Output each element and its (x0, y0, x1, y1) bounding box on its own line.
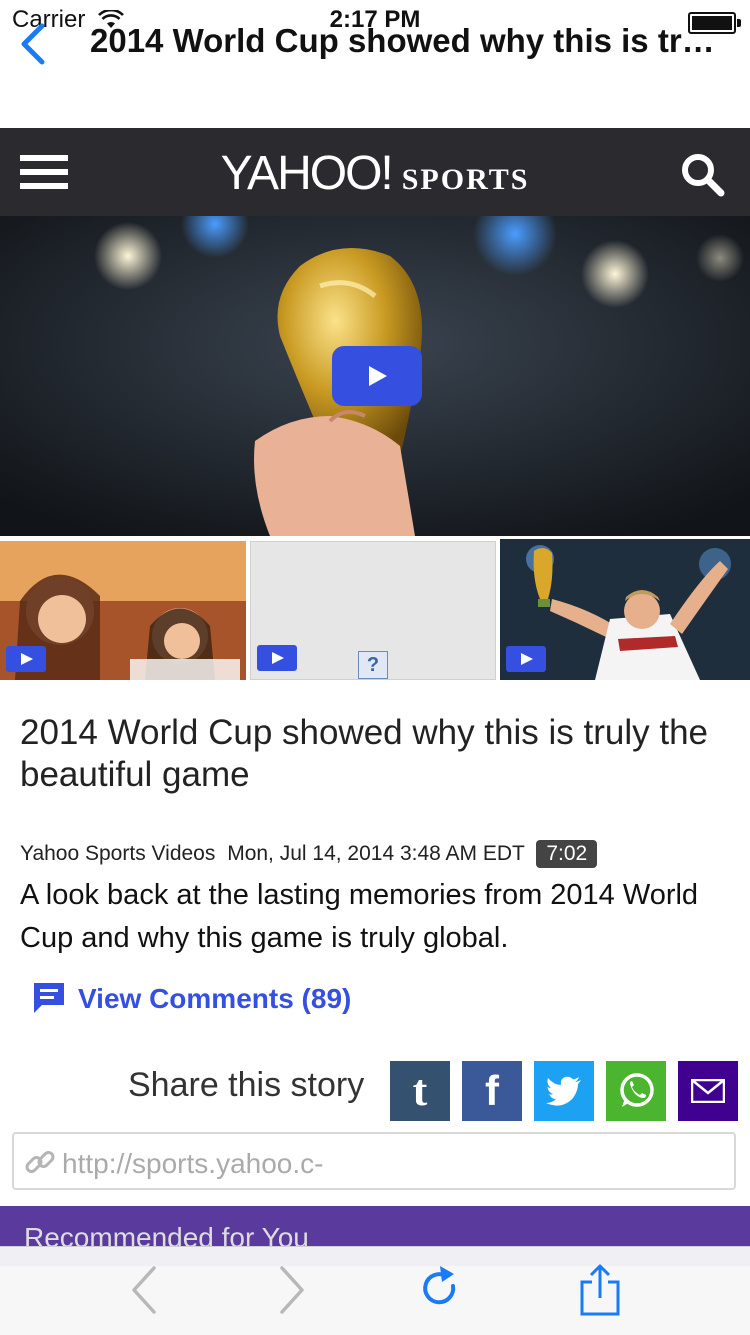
browser-back-icon[interactable] (114, 1262, 174, 1318)
whatsapp-share-button[interactable] (606, 1061, 666, 1121)
twitter-share-button[interactable] (534, 1061, 594, 1121)
broken-image-icon: ? (358, 651, 388, 679)
share-url-text: http://sports.yahoo.c- (62, 1148, 324, 1179)
video-duration-badge: 7:02 (536, 840, 598, 868)
search-icon[interactable] (678, 150, 726, 198)
play-icon (506, 646, 546, 672)
play-video-button[interactable] (332, 346, 422, 406)
related-video-thumbnail[interactable] (500, 539, 750, 680)
article-summary: A look back at the lasting memories from… (20, 879, 699, 954)
share-label: Share this story (128, 1066, 365, 1104)
logo-yahoo-text: YAHOO! (220, 147, 394, 200)
email-share-button[interactable] (678, 1061, 738, 1121)
article-date: Mon, Jul 14, 2014 3:48 AM EDT (227, 842, 525, 865)
article-byline: Yahoo Sports Videos Mon, Jul 14, 2014 3:… (20, 840, 598, 868)
tumblr-icon: t (412, 1066, 428, 1115)
envelope-icon (691, 1079, 725, 1103)
play-icon (257, 645, 297, 671)
play-icon (6, 646, 46, 672)
browser-toolbar (0, 1246, 750, 1335)
logo-sports-text: SPORTS (401, 163, 530, 196)
article-source: Yahoo Sports Videos (20, 842, 216, 865)
comment-icon (34, 983, 64, 1013)
twitter-icon (546, 1076, 581, 1106)
facebook-share-button[interactable]: f (462, 1061, 522, 1121)
share-url-field[interactable]: http://sports.yahoo.c- (12, 1132, 736, 1190)
reload-icon[interactable] (410, 1262, 470, 1318)
article-headline: 2014 World Cup showed why this is truly … (20, 713, 709, 794)
share-icon[interactable] (570, 1262, 630, 1318)
view-comments-label: View Comments (89) (78, 983, 352, 1014)
facebook-icon: f (485, 1067, 499, 1114)
yahoo-sports-logo[interactable]: YAHOO! SPORTS (0, 146, 750, 201)
browser-forward-icon[interactable] (262, 1262, 322, 1318)
link-icon (25, 1151, 55, 1173)
tumblr-share-button[interactable]: t (390, 1061, 450, 1121)
page-title: 2014 World Cup showed why this is tr… (90, 22, 715, 59)
whatsapp-icon (620, 1073, 654, 1107)
related-video-thumbnail[interactable] (0, 541, 246, 680)
back-chevron-icon[interactable] (14, 22, 54, 66)
